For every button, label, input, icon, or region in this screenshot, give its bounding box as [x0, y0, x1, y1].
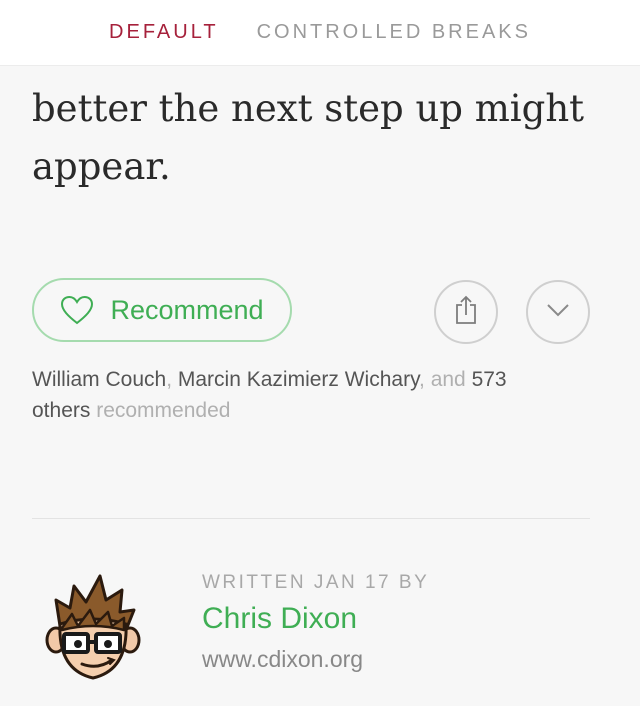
recommend-label: Recommend [110, 294, 264, 325]
written-by-label: WRITTEN JAN 17 BY [202, 572, 430, 593]
chevron-down-icon [546, 302, 570, 323]
recommender-link[interactable]: William Couch [32, 368, 166, 391]
heart-icon [60, 295, 94, 325]
article-line: appear. [32, 145, 171, 188]
author-website-link[interactable]: www.cdixon.org [202, 646, 363, 673]
tab-default[interactable]: DEFAULT [109, 21, 219, 44]
recommender-link[interactable]: Marcin Kazimierz Wichary [178, 368, 419, 391]
separator-text: , [166, 368, 178, 391]
recommend-count[interactable]: 573 [472, 368, 507, 391]
tab-controlled-breaks[interactable]: CONTROLLED BREAKS [257, 21, 531, 44]
divider [32, 518, 590, 519]
separator-text: , and [419, 368, 472, 391]
article-body: better the next step up might appear. [32, 80, 612, 196]
author-name-link[interactable]: Chris Dixon [202, 602, 357, 636]
more-options-button[interactable] [526, 280, 590, 344]
recommended-suffix: recommended [90, 399, 231, 422]
others-link[interactable]: others [32, 399, 90, 422]
tab-bar: DEFAULT CONTROLLED BREAKS [0, 0, 640, 66]
article-line: better the next step up might [32, 87, 585, 130]
share-icon [453, 295, 479, 330]
author-avatar[interactable] [38, 574, 148, 686]
recommend-button[interactable]: Recommend [32, 278, 292, 342]
recommenders-text: William Couch, Marcin Kazimierz Wichary,… [32, 364, 592, 426]
share-button[interactable] [434, 280, 498, 344]
